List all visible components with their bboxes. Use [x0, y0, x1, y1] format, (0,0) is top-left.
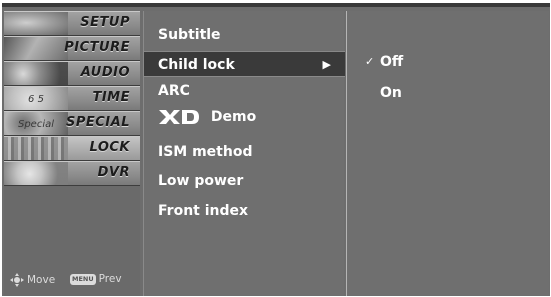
submenu-item-arc[interactable]: ARC [144, 78, 345, 104]
clock-photo-text: 6 5 [28, 93, 44, 105]
disc-photo-icon [4, 162, 68, 185]
menu-item-audio[interactable]: AUDIO [4, 61, 140, 86]
child-lock-options: ✓ Off On [346, 11, 549, 296]
option-off[interactable]: ✓ Off [347, 50, 550, 74]
menu-item-dvr[interactable]: DVR [4, 161, 140, 186]
submenu-item-label: ARC [158, 83, 190, 99]
menu-item-label: DVR [97, 165, 130, 180]
menu-item-special[interactable]: Special SPECIAL [4, 111, 140, 136]
submenu-item-ism-method[interactable]: ISM method [144, 139, 345, 165]
option-on[interactable]: On [347, 81, 550, 105]
menu-item-label: TIME [92, 90, 130, 105]
special-photo-text: Special [17, 118, 55, 130]
submenu-item-front-index[interactable]: Front index [144, 198, 345, 224]
lock-photo-icon [4, 137, 68, 160]
menu-key-icon: MENU [70, 273, 96, 285]
menu-item-label: PICTURE [64, 40, 130, 55]
submenu-arrow-icon: ▶ [322, 58, 331, 71]
menu-item-time[interactable]: 6 5 TIME [4, 86, 140, 111]
menu-item-lock[interactable]: LOCK [4, 136, 140, 161]
move-hint-label: Move [27, 274, 56, 286]
prev-hint: MENU Prev [70, 273, 122, 285]
dpad-move-icon [10, 273, 24, 287]
option-label: Off [380, 54, 404, 70]
lock-submenu: Subtitle Child lock ▶ ARC Demo ISM metho… [143, 11, 345, 296]
audio-photo-icon [4, 62, 68, 85]
menu-item-label: SETUP [80, 15, 130, 30]
main-menu: SETUP PICTURE AUDIO 6 5 TIME Special SPE… [4, 11, 140, 296]
option-label: On [380, 85, 402, 101]
submenu-item-label: Front index [158, 203, 249, 219]
menu-item-setup[interactable]: SETUP [4, 11, 140, 36]
submenu-item-label: Subtitle [158, 27, 221, 43]
navigation-hints: Move MENU Prev [4, 269, 140, 291]
submenu-item-subtitle[interactable]: Subtitle [144, 22, 345, 48]
clock-photo-icon: 6 5 [4, 87, 68, 110]
check-icon: ✓ [365, 55, 375, 68]
picture-photo-icon [4, 37, 68, 60]
move-hint: Move [10, 273, 55, 287]
submenu-item-label: Demo [210, 109, 257, 125]
tv-osd-screen: SETUP PICTURE AUDIO 6 5 TIME Special SPE… [0, 0, 551, 297]
prev-hint-label: Prev [98, 273, 122, 285]
menu-item-picture[interactable]: PICTURE [4, 36, 140, 61]
submenu-item-label: ISM method [158, 144, 253, 160]
menu-item-label: AUDIO [80, 65, 130, 80]
submenu-item-label: Child lock [158, 57, 235, 73]
submenu-item-low-power[interactable]: Low power [144, 168, 345, 194]
menu-item-label: SPECIAL [66, 115, 130, 130]
menu-item-label: LOCK [89, 140, 130, 155]
submenu-item-xd-demo[interactable]: Demo [144, 104, 345, 130]
submenu-item-label: Low power [158, 173, 244, 189]
special-photo-icon: Special [4, 112, 68, 135]
xd-logo-icon [159, 110, 199, 124]
submenu-item-child-lock[interactable]: Child lock ▶ [144, 51, 345, 77]
setup-photo-icon [4, 12, 68, 35]
